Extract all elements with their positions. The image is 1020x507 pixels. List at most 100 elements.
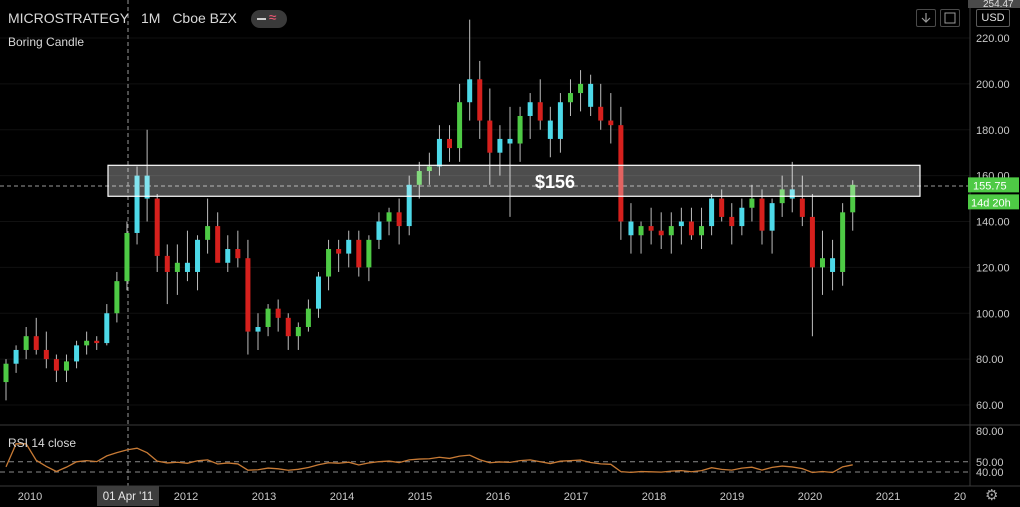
candle-body <box>265 308 271 328</box>
candle <box>154 193 160 272</box>
candle-body <box>53 359 59 371</box>
candle-body <box>608 120 614 126</box>
candle <box>527 93 533 139</box>
candle <box>467 19 473 121</box>
time-tick-label: 2010 <box>18 491 42 503</box>
candle <box>295 322 301 350</box>
candle-body <box>285 317 291 337</box>
candle-body <box>739 207 745 227</box>
price-axis: 60.0080.00100.00120.00140.00160.00180.00… <box>976 33 1010 412</box>
candle-body <box>235 249 241 259</box>
candle <box>43 331 49 369</box>
crosshair-time-badge: 01 Apr '11 <box>97 486 159 506</box>
candle <box>638 221 644 254</box>
candle-body <box>376 221 382 240</box>
candle <box>537 79 543 130</box>
time-tick-label: 2014 <box>330 491 354 503</box>
candle-body <box>557 102 563 139</box>
candle <box>235 230 241 268</box>
candle <box>588 74 594 116</box>
approx-icon: ≈ <box>268 9 277 26</box>
candle-body <box>688 221 694 236</box>
time-tick-label: 2012 <box>174 491 198 503</box>
countdown-label: 14d 20h <box>971 197 1011 209</box>
time-tick-label: 2019 <box>720 491 744 503</box>
candle-body <box>366 239 372 268</box>
candle-body <box>729 216 735 227</box>
support-resistance-zone <box>107 164 921 197</box>
candle <box>628 203 634 254</box>
candle <box>759 189 765 245</box>
scroll-down-button[interactable] <box>916 9 936 27</box>
price-tick-label: 220.00 <box>976 33 1010 45</box>
candle-body <box>507 138 513 144</box>
candle-body <box>184 262 190 272</box>
candle-body <box>477 79 483 121</box>
price-tick-label: 200.00 <box>976 79 1010 91</box>
last-price-badge: 155.75 <box>968 177 1019 193</box>
square-icon <box>944 12 956 24</box>
candle-body <box>567 93 573 103</box>
candle-body <box>396 212 402 227</box>
candle <box>23 327 29 360</box>
candle-body <box>487 120 493 153</box>
candle <box>477 60 483 139</box>
candle-body <box>13 349 19 364</box>
candle-body <box>84 340 90 346</box>
candle <box>225 235 231 272</box>
candle <box>3 359 9 401</box>
candle <box>13 345 19 373</box>
price-chart[interactable]: $156 60.0080.00100.00120.00140.00160.001… <box>0 0 1020 507</box>
candle-body <box>819 258 825 268</box>
candle-body <box>315 276 321 309</box>
candle <box>184 230 190 282</box>
candle <box>255 313 261 350</box>
minus-icon <box>256 18 266 21</box>
rsi-tick-label: 50.00 <box>976 457 1004 469</box>
symbol-name[interactable]: MICROSTRATEGY <box>8 10 129 26</box>
candle-body <box>527 102 533 116</box>
price-tick-label: 180.00 <box>976 125 1010 137</box>
candle-body <box>3 363 9 383</box>
candle <box>658 212 664 250</box>
rsi-tick-label: 40.00 <box>976 467 1004 479</box>
candle-body <box>547 120 553 139</box>
time-tick-label: 2021 <box>876 491 900 503</box>
candle-body <box>830 258 836 272</box>
candle <box>215 212 221 263</box>
candle-body <box>638 226 644 236</box>
study-label[interactable]: Boring Candle <box>8 35 84 49</box>
rsi-label[interactable]: RSI 14 close <box>8 436 76 450</box>
candle <box>709 193 715 236</box>
candle <box>74 340 80 369</box>
time-tick-label: 2017 <box>564 491 588 503</box>
visibility-toggle-button[interactable]: ≈ <box>250 9 287 29</box>
maximize-button[interactable] <box>940 9 960 27</box>
candle-body <box>205 226 211 240</box>
candle-body <box>386 212 392 222</box>
candle <box>547 106 553 158</box>
gear-icon[interactable]: ⚙ <box>985 486 998 504</box>
candle-body <box>447 138 453 149</box>
candle <box>819 230 825 295</box>
crosshair-time-label: 01 Apr '11 <box>103 491 154 503</box>
candle-body <box>114 281 120 314</box>
candle <box>578 70 584 112</box>
candle-body <box>275 308 281 318</box>
currency-button[interactable]: USD <box>976 9 1010 27</box>
candle-body <box>809 216 815 268</box>
candle <box>315 271 321 318</box>
candle-body <box>326 249 332 277</box>
time-axis: 2010 2012 2013 2014 2015 2016 2017 2018 2019 2020… <box>18 491 966 503</box>
candle-body <box>305 308 311 328</box>
candle-body <box>769 203 775 231</box>
candle <box>608 93 614 144</box>
candle-body <box>537 102 543 121</box>
interval-label[interactable]: 1M <box>141 10 160 26</box>
candle-body <box>225 249 231 263</box>
candle-body <box>356 239 362 268</box>
candle <box>699 207 705 250</box>
candle <box>567 79 573 116</box>
candlestick-series <box>3 19 856 401</box>
rsi-axis: 40.0050.00 80.00 <box>976 426 1004 479</box>
